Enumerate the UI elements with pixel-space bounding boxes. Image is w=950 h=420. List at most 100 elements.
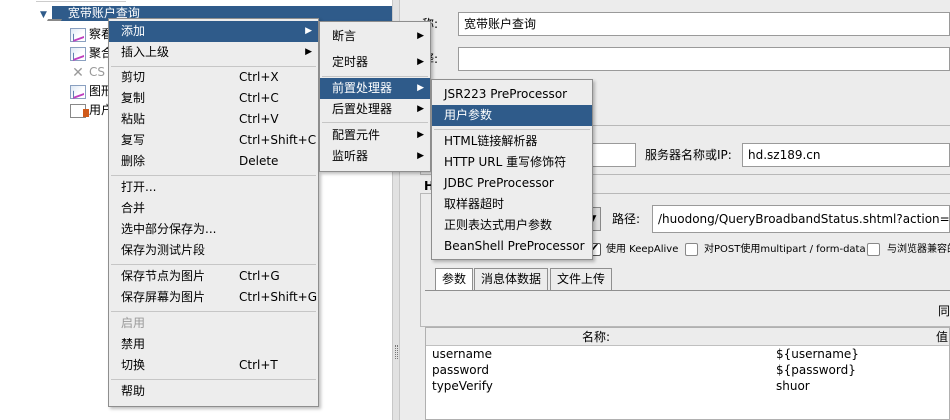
submenu-arrow-icon: ▶ (417, 130, 424, 140)
tree-item[interactable]: 察看 (70, 25, 113, 44)
menu-item-user-parameters[interactable]: 用户参数 (432, 105, 592, 126)
menu-item-duplicate[interactable]: 复写 Ctrl+Shift+C (109, 130, 318, 151)
menu-item-save-selection-as[interactable]: 选中部分保存为... (109, 219, 318, 240)
menu-item-paste[interactable]: 粘贴 Ctrl+V (109, 109, 318, 130)
menu-item-label: HTTP URL 重写修饰符 (444, 155, 567, 169)
tab-strip-line (425, 290, 950, 291)
multipart-checkbox[interactable] (685, 243, 698, 256)
menu-item-timer[interactable]: 定时器 ▶ (320, 52, 430, 73)
menu-item-enable: 启用 (109, 313, 318, 334)
submenu-arrow-icon: ▶ (305, 47, 312, 57)
menu-item-save-node-image[interactable]: 保存节点为图片 Ctrl+G (109, 266, 318, 287)
menu-item-http-url-rewriting[interactable]: HTTP URL 重写修饰符 (432, 152, 592, 173)
tree-item[interactable]: 用户 (70, 101, 113, 120)
menu-item-jsr223-preprocessor[interactable]: JSR223 PreProcessor (432, 84, 592, 105)
menu-item-label: 用户参数 (444, 108, 493, 122)
column-header-name[interactable]: 名称: (582, 328, 610, 346)
menu-item-label: 取样器超时 (444, 197, 505, 211)
name-field[interactable]: 宽带账户查询 (458, 12, 950, 36)
param-value: shuor (776, 379, 810, 393)
menu-item-label: JDBC PreProcessor (444, 176, 554, 190)
table-row[interactable]: typeVerify shuor (426, 378, 949, 394)
menu-item-insert-parent[interactable]: 插入上级 ▶ (109, 42, 318, 63)
menu-separator (111, 379, 316, 380)
tree-item[interactable]: 聚合 (70, 44, 113, 63)
shortcut-label: Ctrl+T (239, 358, 278, 372)
path-label: 路径: (612, 212, 641, 226)
menu-separator (322, 76, 428, 77)
comment-field[interactable] (458, 47, 950, 71)
menu-item-label: 禁用 (121, 337, 146, 351)
menu-item-regex-user-parameters[interactable]: 正则表达式用户参数 (432, 215, 592, 236)
menu-item-label: HTML链接解析器 (444, 134, 538, 148)
menu-item-merge[interactable]: 合并 (109, 198, 318, 219)
menu-item-label: 复写 (121, 133, 146, 147)
menu-item-toggle[interactable]: 切换 Ctrl+T (109, 355, 318, 376)
menu-item-beanshell-preprocessor[interactable]: BeanShell PreProcessor (432, 236, 592, 257)
menu-separator (434, 129, 590, 130)
menu-item-sample-timeout[interactable]: 取样器超时 (432, 194, 592, 215)
menu-item-label: 粘贴 (121, 112, 146, 126)
multipart-label: 对POST使用multipart / form-data (704, 244, 866, 255)
menu-item-disable[interactable]: 禁用 (109, 334, 318, 355)
menu-item-label: BeanShell PreProcessor (444, 239, 585, 253)
protocol-field[interactable] (590, 143, 636, 167)
submenu-arrow-icon: ▶ (305, 26, 312, 36)
menu-separator (111, 264, 316, 265)
menu-item-label: 帮助 (121, 384, 146, 398)
tab-body-data[interactable]: 消息体数据 (474, 268, 549, 291)
menu-item-label: 插入上级 (121, 45, 170, 59)
menu-item-label: 保存屏幕为图片 (121, 290, 206, 304)
shortcut-label: Ctrl+C (239, 91, 279, 105)
menu-item-label: 保存节点为图片 (121, 269, 206, 283)
browser-headers-label: 与浏览器兼容的头 (887, 244, 950, 255)
menu-item-save-screen-image[interactable]: 保存屏幕为图片 Ctrl+Shift+G (109, 287, 318, 308)
menu-item-label: 前置处理器 (332, 81, 393, 95)
menu-item-save-as-test-fragment[interactable]: 保存为测试片段 (109, 240, 318, 261)
menu-item-post-processors[interactable]: 后置处理器 ▶ (320, 99, 430, 120)
menu-item-add[interactable]: 添加 ▶ (109, 21, 318, 42)
menu-item-config-elements[interactable]: 配置元件 ▶ (320, 125, 430, 146)
menu-item-label: 合并 (121, 201, 146, 215)
graph-icon (70, 46, 86, 61)
pencil-icon (46, 6, 69, 21)
menu-item-label: 正则表达式用户参数 (444, 218, 553, 232)
menu-item-open[interactable]: 打开... (109, 177, 318, 198)
column-header-value[interactable]: 值 (936, 328, 948, 346)
path-field[interactable]: /huodong/QueryBroadbandStatus.shtml?acti… (652, 205, 950, 233)
menu-item-label: 选中部分保存为... (121, 222, 217, 236)
menu-item-pre-processors[interactable]: 前置处理器 ▶ (320, 78, 430, 99)
tab-parameters[interactable]: 参数 (435, 268, 474, 291)
graph-icon (70, 27, 86, 42)
menu-item-delete[interactable]: 删除 Delete (109, 151, 318, 172)
menu-item-jdbc-preprocessor[interactable]: JDBC PreProcessor (432, 173, 592, 194)
menu-separator (322, 122, 428, 123)
menu-item-cut[interactable]: 剪切 Ctrl+X (109, 67, 318, 88)
submenu-arrow-icon: ▶ (417, 104, 424, 114)
menu-item-label: 切换 (121, 358, 146, 372)
disabled-x-icon: ✕ (72, 64, 84, 81)
param-name: typeVerify (432, 379, 493, 393)
parameters-table[interactable]: 名称: 值 username ${username} password ${pa… (425, 327, 950, 420)
shortcut-label: Ctrl+G (239, 269, 280, 283)
collapse-icon[interactable]: ▼ (40, 10, 47, 20)
keepalive-label: 使用 KeepAlive (606, 244, 679, 255)
menu-item-copy[interactable]: 复制 Ctrl+C (109, 88, 318, 109)
tab-file-upload[interactable]: 文件上传 (550, 268, 613, 291)
menu-item-label: 监听器 (332, 149, 369, 163)
table-row[interactable]: password ${password} (426, 362, 949, 378)
menu-item-label: 启用 (121, 316, 146, 330)
tree-item[interactable]: ✕ CS (70, 63, 105, 82)
menu-item-label: 后置处理器 (332, 102, 393, 116)
submenu-arrow-icon: ▶ (417, 151, 424, 161)
menu-item-html-link-parser[interactable]: HTML链接解析器 (432, 131, 592, 152)
add-submenu: 断言 ▶ 定时器 ▶ 前置处理器 ▶ 后置处理器 ▶ 配置元件 ▶ 监听器 ▶ (319, 21, 431, 172)
tree-item[interactable]: 图形 (70, 82, 113, 101)
server-field[interactable]: hd.sz189.cn (742, 143, 950, 167)
menu-separator (111, 175, 316, 176)
menu-item-help[interactable]: 帮助 (109, 381, 318, 402)
menu-item-assertions[interactable]: 断言 ▶ (320, 26, 430, 47)
browser-headers-checkbox[interactable] (867, 243, 880, 256)
menu-item-listeners[interactable]: 监听器 ▶ (320, 146, 430, 167)
table-row[interactable]: username ${username} (426, 346, 949, 362)
